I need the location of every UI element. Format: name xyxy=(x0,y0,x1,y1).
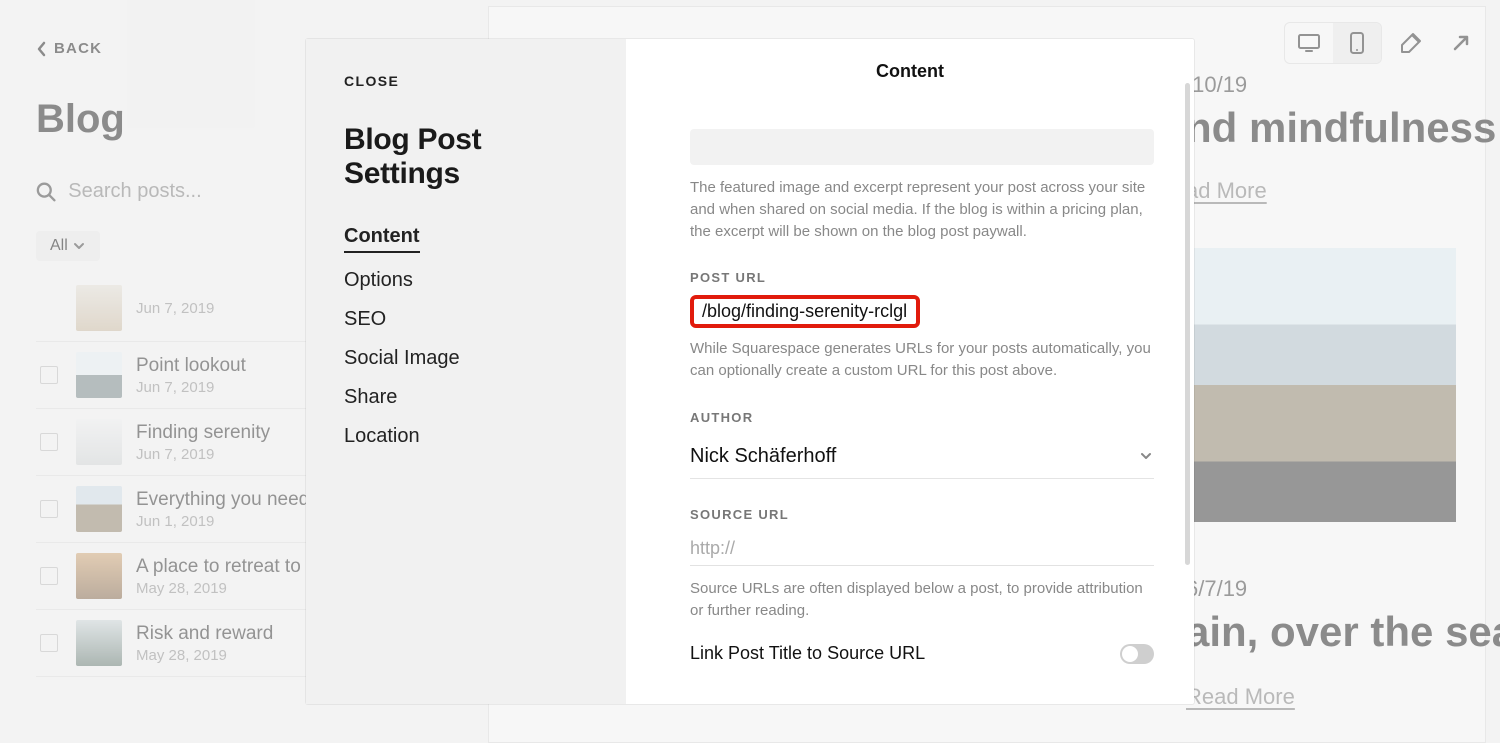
tab-options[interactable]: Options xyxy=(344,269,588,292)
tab-seo[interactable]: SEO xyxy=(344,308,588,331)
modal-title: Blog Post Settings xyxy=(344,123,588,191)
author-select[interactable]: Nick Schäferhoff xyxy=(690,435,1154,479)
author-label: AUTHOR xyxy=(690,410,1154,425)
link-title-label: Link Post Title to Source URL xyxy=(690,643,925,664)
tab-social-image[interactable]: Social Image xyxy=(344,347,588,370)
post-url-input[interactable]: /blog/finding-serenity-rclgl xyxy=(690,295,920,328)
modal-heading: Content xyxy=(626,39,1194,82)
post-url-value: /blog/finding-serenity-rclgl xyxy=(702,301,908,322)
chevron-down-icon xyxy=(1138,448,1154,464)
link-title-toggle[interactable] xyxy=(1120,644,1154,664)
post-url-label: POST URL xyxy=(690,270,1154,285)
tab-share[interactable]: Share xyxy=(344,386,588,409)
scrollbar[interactable] xyxy=(1185,83,1190,565)
featured-image-box[interactable] xyxy=(690,129,1154,165)
source-url-help: Source URLs are often displayed below a … xyxy=(690,578,1154,622)
tab-location[interactable]: Location xyxy=(344,425,588,448)
close-button[interactable]: CLOSE xyxy=(344,73,399,89)
featured-help-text: The featured image and excerpt represent… xyxy=(690,177,1154,242)
author-value: Nick Schäferhoff xyxy=(690,445,836,468)
source-url-input[interactable] xyxy=(690,532,1154,566)
tab-content[interactable]: Content xyxy=(344,225,420,253)
source-url-label: SOURCE URL xyxy=(690,507,1154,522)
post-url-help: While Squarespace generates URLs for you… xyxy=(690,338,1154,382)
settings-modal: CLOSE Blog Post Settings Content Options… xyxy=(306,39,1194,704)
